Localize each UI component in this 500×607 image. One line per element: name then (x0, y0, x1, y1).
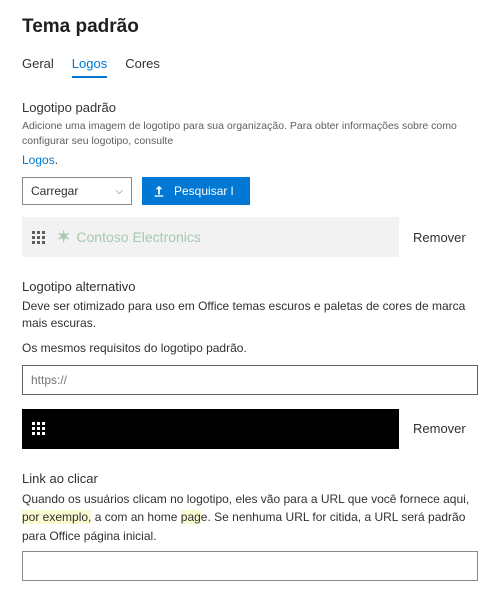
click-link-label: Link ao clicar (22, 471, 478, 486)
waffle-icon (32, 231, 45, 244)
page-title: Tema padrão (22, 16, 478, 38)
upload-dropdown[interactable]: Carregar ⌵ (22, 177, 132, 205)
search-button-label: Pesquisar l (174, 184, 233, 198)
waffle-icon-dark (32, 422, 45, 435)
default-logo-section: Logotipo padrão Adicione uma imagem de l… (22, 100, 478, 257)
upload-row: Carregar ⌵ Pesquisar l (22, 177, 478, 205)
tab-general[interactable]: Geral (22, 56, 54, 77)
search-button[interactable]: Pesquisar l (142, 177, 250, 205)
alt-logo-section: Logotipo alternativo Deve ser otimizado … (22, 279, 478, 448)
alt-logo-preview (22, 409, 399, 449)
upload-arrow-icon (152, 184, 166, 198)
tabs: Geral Logos Cores (22, 56, 478, 78)
contoso-text: Contoso Electronics (76, 229, 201, 245)
default-logo-preview: ✶ Contoso Electronics (22, 217, 399, 257)
alt-logo-desc1: Deve ser otimizado para uso em Office te… (22, 298, 478, 332)
alt-logo-desc2: Os mesmos requisitos do logotipo padrão. (22, 340, 478, 357)
alt-logo-preview-row: Remover (22, 409, 478, 449)
alt-logo-url-input[interactable] (22, 365, 478, 395)
upload-dropdown-label: Carregar (31, 184, 78, 198)
click-link-input[interactable] (22, 551, 478, 581)
logos-link[interactable]: Logos (22, 153, 55, 167)
contoso-mark-icon: ✶ (57, 227, 70, 247)
click-link-desc: Quando os usuários clicam no logotipo, e… (22, 490, 478, 546)
helper-text: Adicione uma imagem de logotipo para sua… (22, 120, 457, 147)
chevron-down-icon: ⌵ (115, 186, 123, 197)
click-link-section: Link ao clicar Quando os usuários clicam… (22, 471, 478, 582)
default-logo-preview-row: ✶ Contoso Electronics Remover (22, 217, 478, 257)
remove-alt-logo[interactable]: Remover (413, 421, 478, 436)
tab-colors[interactable]: Cores (125, 56, 160, 77)
default-logo-label: Logotipo padrão (22, 100, 478, 115)
remove-default-logo[interactable]: Remover (413, 230, 478, 245)
logos-link-line: Logos. (22, 152, 478, 169)
tab-logos[interactable]: Logos (72, 56, 107, 77)
contoso-logo: ✶ Contoso Electronics (57, 227, 201, 247)
default-logo-helper: Adicione uma imagem de logotipo para sua… (22, 119, 478, 148)
alt-logo-label: Logotipo alternativo (22, 279, 478, 294)
